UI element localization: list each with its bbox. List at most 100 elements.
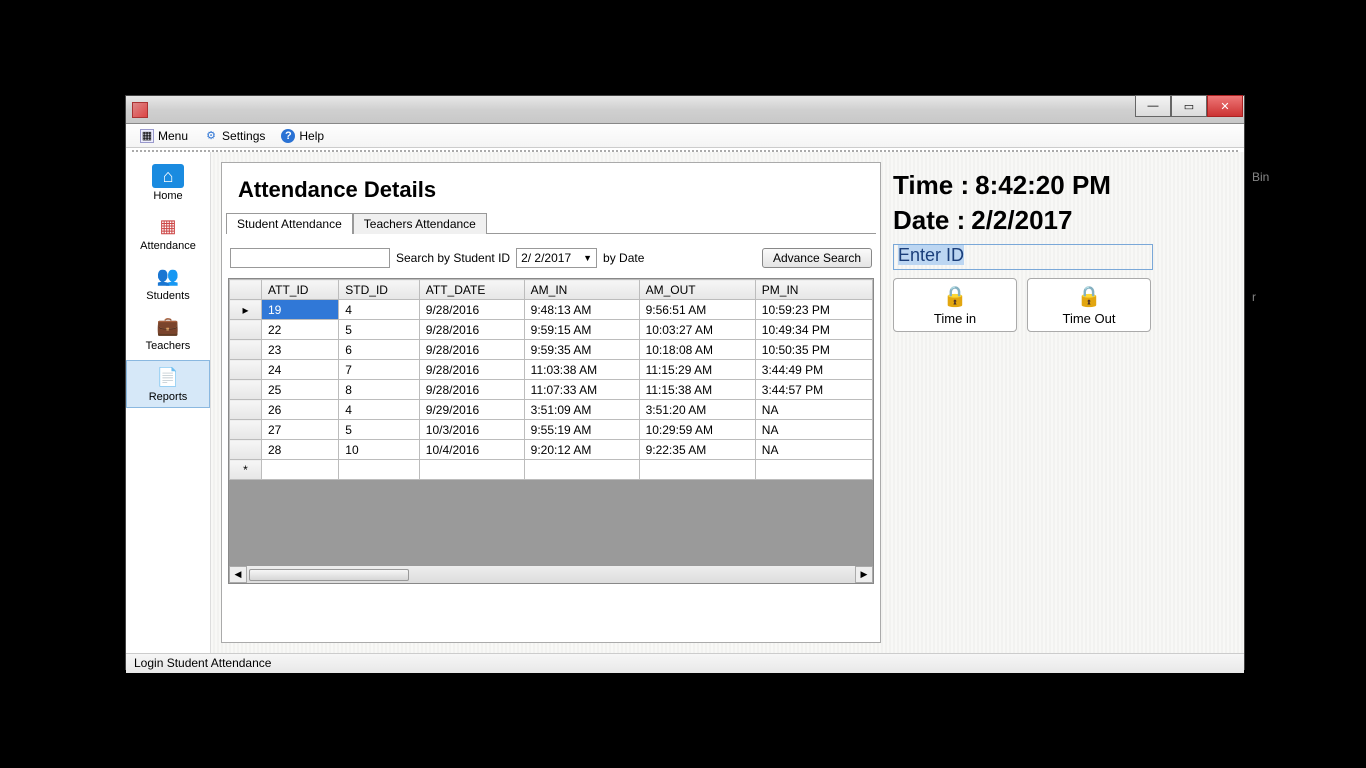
cell[interactable]: 3:44:49 PM — [755, 360, 872, 380]
cell[interactable] — [755, 460, 872, 480]
cell[interactable]: 10:29:59 AM — [639, 420, 755, 440]
cell[interactable]: 9:56:51 AM — [639, 300, 755, 320]
table-row[interactable]: 2479/28/201611:03:38 AM11:15:29 AM3:44:4… — [230, 360, 873, 380]
column-header[interactable]: ATT_ID — [262, 280, 339, 300]
cell[interactable]: 11:15:29 AM — [639, 360, 755, 380]
cell[interactable]: 9:59:15 AM — [524, 320, 639, 340]
cell[interactable]: 9/28/2016 — [419, 320, 524, 340]
scroll-left-icon[interactable]: ◀ — [229, 566, 247, 583]
row-header[interactable] — [230, 320, 262, 340]
cell[interactable] — [262, 460, 339, 480]
row-header[interactable]: ▸ — [230, 300, 262, 320]
cell[interactable] — [524, 460, 639, 480]
table-row[interactable]: 2259/28/20169:59:15 AM10:03:27 AM10:49:3… — [230, 320, 873, 340]
cell[interactable]: 10/4/2016 — [419, 440, 524, 460]
cell[interactable] — [419, 460, 524, 480]
row-header[interactable] — [230, 420, 262, 440]
menu-settings[interactable]: ⚙ Settings — [196, 127, 273, 145]
titlebar[interactable]: — ▭ ✕ — [126, 96, 1244, 124]
cell[interactable]: 24 — [262, 360, 339, 380]
menu-help[interactable]: ? Help — [273, 127, 332, 145]
cell[interactable]: 28 — [262, 440, 339, 460]
sidebar-item-home[interactable]: ⌂ Home — [126, 160, 210, 206]
column-header[interactable]: PM_IN — [755, 280, 872, 300]
cell[interactable]: NA — [755, 440, 872, 460]
cell[interactable]: 8 — [339, 380, 420, 400]
data-grid[interactable]: ATT_ID STD_ID ATT_DATE AM_IN AM_OUT PM_I… — [228, 278, 874, 584]
cell[interactable]: 5 — [339, 320, 420, 340]
cell[interactable]: 9/28/2016 — [419, 360, 524, 380]
scroll-right-icon[interactable]: ▶ — [855, 566, 873, 583]
cell[interactable]: 9/28/2016 — [419, 340, 524, 360]
cell[interactable]: 4 — [339, 300, 420, 320]
cell[interactable]: 3:44:57 PM — [755, 380, 872, 400]
column-header[interactable]: STD_ID — [339, 280, 420, 300]
cell[interactable] — [339, 460, 420, 480]
row-header[interactable] — [230, 360, 262, 380]
cell[interactable]: 10:18:08 AM — [639, 340, 755, 360]
row-header[interactable] — [230, 380, 262, 400]
cell[interactable]: 25 — [262, 380, 339, 400]
cell[interactable]: 10:50:35 PM — [755, 340, 872, 360]
horizontal-scrollbar[interactable]: ◀ ▶ — [229, 565, 873, 583]
cell[interactable]: 11:03:38 AM — [524, 360, 639, 380]
row-header[interactable] — [230, 400, 262, 420]
table-row[interactable]: ▸1949/28/20169:48:13 AM9:56:51 AM10:59:2… — [230, 300, 873, 320]
cell[interactable] — [639, 460, 755, 480]
cell[interactable]: 26 — [262, 400, 339, 420]
sidebar-item-teachers[interactable]: 💼 Teachers — [126, 310, 210, 356]
advance-search-button[interactable]: Advance Search — [762, 248, 872, 268]
cell[interactable]: 3:51:20 AM — [639, 400, 755, 420]
cell[interactable]: 9/29/2016 — [419, 400, 524, 420]
cell[interactable]: 10:03:27 AM — [639, 320, 755, 340]
scroll-thumb[interactable] — [249, 569, 409, 581]
table-row[interactable]: 2589/28/201611:07:33 AM11:15:38 AM3:44:5… — [230, 380, 873, 400]
cell[interactable]: 9:48:13 AM — [524, 300, 639, 320]
time-in-button[interactable]: 🔒 Time in — [893, 278, 1017, 332]
cell[interactable]: NA — [755, 420, 872, 440]
cell[interactable]: 22 — [262, 320, 339, 340]
maximize-button[interactable]: ▭ — [1171, 95, 1207, 117]
time-out-button[interactable]: 🔒 Time Out — [1027, 278, 1151, 332]
date-picker[interactable]: 2/ 2/2017 ▼ — [516, 248, 597, 268]
cell[interactable]: 6 — [339, 340, 420, 360]
sidebar-item-reports[interactable]: 📄 Reports — [126, 360, 210, 408]
column-header[interactable]: AM_IN — [524, 280, 639, 300]
table-row[interactable]: 27510/3/20169:55:19 AM10:29:59 AMNA — [230, 420, 873, 440]
cell[interactable]: 9:55:19 AM — [524, 420, 639, 440]
cell[interactable]: 10:49:34 PM — [755, 320, 872, 340]
column-header[interactable]: AM_OUT — [639, 280, 755, 300]
menu-menu[interactable]: ▦ Menu — [132, 127, 196, 145]
cell[interactable]: 27 — [262, 420, 339, 440]
cell[interactable]: 9:59:35 AM — [524, 340, 639, 360]
cell[interactable]: 11:15:38 AM — [639, 380, 755, 400]
cell[interactable]: 9:20:12 AM — [524, 440, 639, 460]
cell[interactable]: 9/28/2016 — [419, 380, 524, 400]
cell[interactable]: 7 — [339, 360, 420, 380]
search-input[interactable] — [230, 248, 390, 268]
cell[interactable]: 10:59:23 PM — [755, 300, 872, 320]
table-row[interactable]: 2369/28/20169:59:35 AM10:18:08 AM10:50:3… — [230, 340, 873, 360]
cell[interactable]: 5 — [339, 420, 420, 440]
cell[interactable]: 9:22:35 AM — [639, 440, 755, 460]
cell[interactable]: 3:51:09 AM — [524, 400, 639, 420]
sidebar-item-attendance[interactable]: ▦ Attendance — [126, 210, 210, 256]
table-row[interactable]: 2649/29/20163:51:09 AM3:51:20 AMNA — [230, 400, 873, 420]
table-row[interactable]: 281010/4/20169:20:12 AM9:22:35 AMNA — [230, 440, 873, 460]
cell[interactable]: 9/28/2016 — [419, 300, 524, 320]
row-header[interactable] — [230, 340, 262, 360]
tab-teachers-attendance[interactable]: Teachers Attendance — [353, 213, 487, 234]
close-button[interactable]: ✕ — [1207, 95, 1243, 117]
cell[interactable]: 10/3/2016 — [419, 420, 524, 440]
cell[interactable]: NA — [755, 400, 872, 420]
new-row[interactable]: * — [230, 460, 873, 480]
cell[interactable]: 10 — [339, 440, 420, 460]
cell[interactable]: 4 — [339, 400, 420, 420]
row-header[interactable] — [230, 440, 262, 460]
enter-id-input[interactable]: Enter ID — [893, 244, 1153, 270]
cell[interactable]: 19 — [262, 300, 339, 320]
cell[interactable]: 11:07:33 AM — [524, 380, 639, 400]
sidebar-item-students[interactable]: 👥 Students — [126, 260, 210, 306]
column-header[interactable]: ATT_DATE — [419, 280, 524, 300]
cell[interactable]: 23 — [262, 340, 339, 360]
